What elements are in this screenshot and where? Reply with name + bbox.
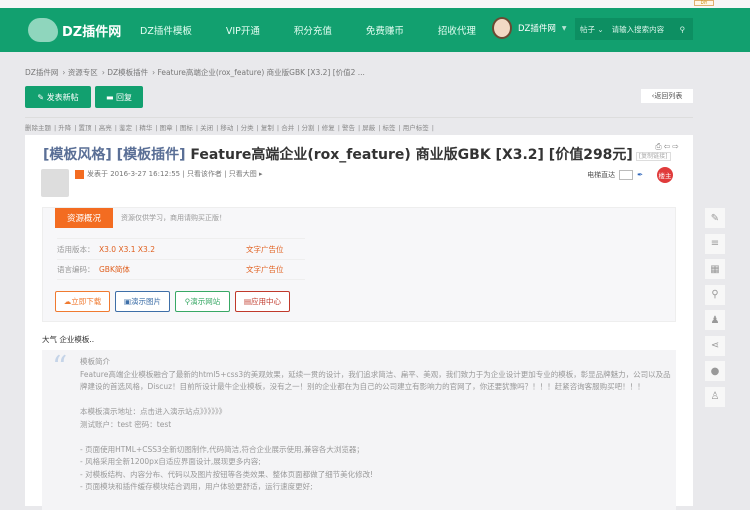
logo-cloud-icon	[28, 18, 58, 42]
only-images-link[interactable]: 只看大图	[229, 169, 257, 179]
mod-tool[interactable]: 分割	[301, 124, 314, 132]
quote-icon: “	[52, 350, 68, 385]
app-center-button[interactable]: ▤ 应用中心	[235, 291, 290, 312]
breadcrumb: DZ插件网 › 资源专区 › DZ模板插件 › Feature高端企业(rox_fea…	[25, 68, 365, 77]
post-title: [模板风格] [模板插件] Feature高端企业(rox_feature) 商…	[43, 144, 671, 164]
calendar-icon[interactable]: ▦	[705, 259, 725, 279]
cloud-icon: ☁	[63, 297, 72, 306]
post-meta: 发表于 2016-3-27 16:12:55 | 只看该作者 | 只看大图 ▸	[75, 169, 263, 179]
demo-images-button[interactable]: ▣ 演示图片	[115, 291, 170, 312]
floor-input[interactable]	[619, 170, 634, 180]
resource-row: 适用版本： X3.0 X3.1 X3.2 文字广告位	[57, 238, 305, 259]
search-type-select[interactable]: 帖子 ⌄	[580, 24, 604, 35]
mod-tool[interactable]: 复制	[261, 124, 274, 132]
floor-jump: 电梯直达 ✒ 楼主	[587, 167, 673, 183]
new-post-button[interactable]: ✎ 发表新帖	[25, 86, 91, 108]
breadcrumb-link[interactable]: DZ模板插件	[107, 68, 148, 77]
mod-tool[interactable]: 合并	[281, 124, 294, 132]
nav-item[interactable]: 招收代理	[438, 23, 476, 37]
mod-tool[interactable]: 精华	[139, 124, 152, 132]
share-icon[interactable]: ⋖	[705, 335, 725, 356]
image-icon: ▣	[123, 297, 132, 306]
app-icon: ▤	[243, 297, 252, 306]
logo-text: DZ插件网	[62, 24, 122, 40]
nav-item[interactable]: VIP开通	[226, 23, 260, 37]
chevron-down-icon: ▼	[561, 24, 567, 32]
pen-icon[interactable]: ✒	[637, 171, 643, 179]
category-tag[interactable]: [模板插件]	[117, 147, 186, 163]
resource-note: 资源仅供学习，商用请购买正版！	[121, 214, 226, 222]
reply-button[interactable]: ▬ 回复	[95, 86, 143, 108]
prev-icon[interactable]: ⇦	[664, 142, 673, 151]
category-tag[interactable]: [模板风格]	[43, 147, 112, 163]
search-input[interactable]	[611, 24, 680, 34]
wechat-icon[interactable]: ●	[705, 361, 725, 381]
edit-icon[interactable]: ✎	[705, 208, 725, 228]
search-icon[interactable]: ⚲	[680, 25, 686, 34]
mod-tool[interactable]: 置顶	[79, 124, 92, 132]
quote-block: “ 模板简介 Feature高端企业模板融合了最新的html5+css3的美观效果…	[42, 350, 676, 510]
breadcrumb-current[interactable]: Feature高端企业(rox_feature) 商业版GBK [X3.2] […	[158, 68, 365, 77]
mod-tool[interactable]: 分类	[241, 124, 254, 132]
post-summary: 大气 企业模板..	[42, 335, 95, 344]
main-nav: DZ插件模板 VIP开通 积分充值 免费赚币 招收代理	[140, 8, 510, 52]
mod-tool[interactable]: 屏蔽	[362, 124, 375, 132]
download-button[interactable]: ☁ 立即下载	[55, 291, 110, 312]
print-icon[interactable]: ⎙	[655, 142, 663, 151]
username: DZ插件网	[518, 24, 556, 34]
menu-icon[interactable]: ≡	[705, 233, 725, 254]
mod-tool[interactable]: 标签	[383, 124, 396, 132]
mod-tool[interactable]: 警告	[342, 124, 355, 132]
reply-icon: ▬	[105, 92, 117, 102]
resource-row: 语言编码： GBK简体 文字广告位	[57, 259, 305, 280]
header: DZ插件网 DZ插件模板 VIP开通 积分充值 免费赚币 招收代理 DZ插件网 ▼…	[0, 8, 750, 52]
pencil-icon: ✎	[37, 92, 47, 102]
next-icon[interactable]: ⇨	[672, 142, 681, 151]
mod-tool[interactable]: 删除主题	[25, 124, 51, 132]
mod-tool[interactable]: 升降	[58, 124, 71, 132]
mod-tool[interactable]: 鉴定	[119, 124, 132, 132]
mod-tool[interactable]: 用户标签	[403, 124, 429, 132]
nav-item[interactable]: 免费赚币	[366, 23, 404, 37]
nav-item[interactable]: 积分充值	[294, 23, 332, 37]
logo[interactable]: DZ插件网	[28, 18, 121, 42]
mod-tool[interactable]: 移动	[220, 124, 233, 132]
mod-tool[interactable]: 图章	[160, 124, 173, 132]
top-strip	[0, 0, 750, 8]
mod-tool[interactable]: 图标	[180, 124, 193, 132]
user-icon[interactable]: ♙	[705, 386, 725, 407]
nav-item[interactable]: DZ插件模板	[140, 23, 192, 37]
diy-button[interactable]: DIY	[694, 0, 714, 6]
floating-sidebar: ✎ ≡ ▦ ⚲ ♟ ⋖ ● ♙	[705, 208, 725, 412]
qq-icon[interactable]: ♟	[705, 310, 725, 330]
author-avatar[interactable]	[41, 169, 69, 197]
ad-link[interactable]: 文字广告位	[246, 244, 284, 255]
owner-badge: 楼主	[657, 167, 673, 183]
breadcrumb-link[interactable]: 资源专区	[68, 68, 98, 77]
moderation-toolbar: 删除主题 | 升降 | 置顶 | 高亮 | 鉴定 | 精华 | 图章 | 图标 | 关闭 | 移动…	[25, 117, 693, 132]
title-tools: ⎙⇦⇨	[655, 142, 681, 152]
only-author-link[interactable]: 只看该作者	[187, 169, 222, 179]
resource-tab[interactable]: 资源概况	[55, 208, 113, 228]
breadcrumb-link[interactable]: DZ插件网	[25, 68, 58, 77]
author-icon	[75, 169, 84, 179]
post-card: [模板风格] [模板插件] Feature高端企业(rox_feature) 商…	[25, 135, 693, 510]
mod-tool[interactable]: 高亮	[99, 124, 112, 132]
mod-tool[interactable]: 修复	[322, 124, 335, 132]
resource-box: 资源概况 资源仅供学习，商用请购买正版！ 适用版本： X3.0 X3.1 X3.2…	[42, 207, 676, 322]
ad-link[interactable]: 文字广告位	[246, 264, 284, 275]
back-to-list-button[interactable]: ‹ 返回列表	[641, 89, 693, 103]
avatar	[492, 17, 512, 39]
mod-tool[interactable]: 关闭	[200, 124, 213, 132]
copy-link[interactable]: [复制链接]	[635, 151, 671, 161]
user-menu[interactable]: DZ插件网 ▼	[492, 17, 567, 39]
search-icon[interactable]: ⚲	[705, 284, 725, 305]
demo-site-button[interactable]: ⚲ 演示网站	[175, 291, 230, 312]
search-box: 帖子 ⌄ ⚲	[575, 18, 693, 40]
